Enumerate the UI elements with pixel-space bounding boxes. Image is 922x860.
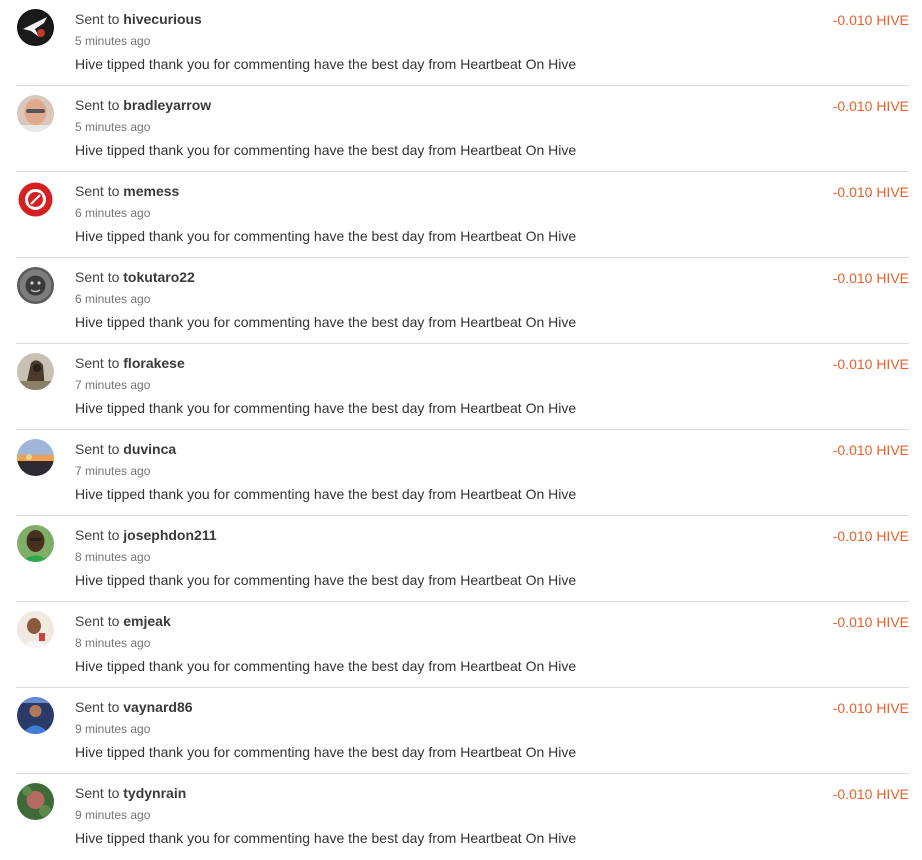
transfer-memo: Hive tipped thank you for commenting hav…: [75, 56, 577, 72]
memess-avatar-icon[interactable]: [17, 181, 54, 218]
recipient-link[interactable]: josephdon211: [123, 527, 216, 543]
transfer-amount: -0.010 HIVE: [832, 98, 909, 114]
bradleyarrow-avatar-icon[interactable]: [17, 95, 54, 132]
transfer-amount: -0.010 HIVE: [832, 528, 909, 544]
transfer-details: Sent to josephdon211 8 minutes ago Hive …: [75, 526, 789, 589]
recipient-link[interactable]: florakese: [123, 355, 184, 371]
transfer-memo: Hive tipped thank you for commenting hav…: [75, 228, 577, 244]
transfer-memo: Hive tipped thank you for commenting hav…: [75, 486, 577, 502]
transfer-heading: Sent to duvinca: [75, 440, 789, 458]
sent-to-label: Sent to: [75, 613, 120, 629]
transfer-time[interactable]: 5 minutes ago: [75, 33, 789, 49]
emjeak-avatar-icon[interactable]: [17, 611, 54, 648]
transfer-time[interactable]: 9 minutes ago: [75, 721, 789, 737]
recipient-link[interactable]: memess: [123, 183, 179, 199]
transfer-heading: Sent to tokutaro22: [75, 268, 789, 286]
transfer-heading: Sent to emjeak: [75, 612, 789, 630]
transfer-heading: Sent to memess: [75, 182, 789, 200]
transfer-memo: Hive tipped thank you for commenting hav…: [75, 400, 577, 416]
sent-to-label: Sent to: [75, 183, 120, 199]
sent-to-label: Sent to: [75, 441, 120, 457]
transfer-memo: Hive tipped thank you for commenting hav…: [75, 744, 577, 760]
transfer-row: Sent to memess 6 minutes ago Hive tipped…: [16, 172, 909, 258]
sent-to-label: Sent to: [75, 97, 120, 113]
tokutaro22-avatar-icon[interactable]: [17, 267, 54, 304]
transfer-details: Sent to hivecurious 5 minutes ago Hive t…: [75, 10, 789, 73]
josephdon211-avatar-icon[interactable]: [17, 525, 54, 562]
transfer-heading: Sent to josephdon211: [75, 526, 789, 544]
transfer-details: Sent to tokutaro22 6 minutes ago Hive ti…: [75, 268, 789, 331]
transfer-details: Sent to tydynrain 9 minutes ago Hive tip…: [75, 784, 789, 847]
transfer-memo: Hive tipped thank you for commenting hav…: [75, 572, 577, 588]
transfer-heading: Sent to florakese: [75, 354, 789, 372]
transfer-details: Sent to duvinca 7 minutes ago Hive tippe…: [75, 440, 789, 503]
transfer-heading: Sent to tydynrain: [75, 784, 789, 802]
transfer-amount: -0.010 HIVE: [832, 356, 909, 372]
transfer-amount: -0.010 HIVE: [832, 270, 909, 286]
transfer-time[interactable]: 7 minutes ago: [75, 463, 789, 479]
transfer-row: Sent to tokutaro22 6 minutes ago Hive ti…: [16, 258, 909, 344]
transfer-time[interactable]: 9 minutes ago: [75, 807, 789, 823]
sent-to-label: Sent to: [75, 269, 120, 285]
vaynard86-avatar-icon[interactable]: [17, 697, 54, 734]
transfer-list: Sent to hivecurious 5 minutes ago Hive t…: [0, 0, 922, 860]
transfer-row: Sent to bradleyarrow 5 minutes ago Hive …: [16, 86, 909, 172]
sent-to-label: Sent to: [75, 527, 120, 543]
transfer-time[interactable]: 6 minutes ago: [75, 291, 789, 307]
recipient-link[interactable]: vaynard86: [123, 699, 192, 715]
transfer-amount: -0.010 HIVE: [832, 614, 909, 630]
transfer-amount: -0.010 HIVE: [832, 184, 909, 200]
tydynrain-avatar-icon[interactable]: [17, 783, 54, 820]
hivecurious-avatar-icon[interactable]: [17, 9, 54, 46]
transfer-details: Sent to bradleyarrow 5 minutes ago Hive …: [75, 96, 789, 159]
sent-to-label: Sent to: [75, 355, 120, 371]
transfer-heading: Sent to hivecurious: [75, 10, 789, 28]
sent-to-label: Sent to: [75, 699, 120, 715]
transfer-row: Sent to duvinca 7 minutes ago Hive tippe…: [16, 430, 909, 516]
transfer-details: Sent to emjeak 8 minutes ago Hive tipped…: [75, 612, 789, 675]
recipient-link[interactable]: hivecurious: [123, 11, 202, 27]
transfer-details: Sent to florakese 7 minutes ago Hive tip…: [75, 354, 789, 417]
transfer-amount: -0.010 HIVE: [832, 12, 909, 28]
recipient-link[interactable]: emjeak: [123, 613, 170, 629]
transfer-time[interactable]: 6 minutes ago: [75, 205, 789, 221]
recipient-link[interactable]: tydynrain: [123, 785, 186, 801]
transfer-row: Sent to florakese 7 minutes ago Hive tip…: [16, 344, 909, 430]
transfer-memo: Hive tipped thank you for commenting hav…: [75, 142, 577, 158]
sent-to-label: Sent to: [75, 785, 120, 801]
transfer-row: Sent to hivecurious 5 minutes ago Hive t…: [16, 0, 909, 86]
transfer-memo: Hive tipped thank you for commenting hav…: [75, 658, 577, 674]
transfer-amount: -0.010 HIVE: [832, 786, 909, 802]
transfer-details: Sent to vaynard86 9 minutes ago Hive tip…: [75, 698, 789, 761]
florakese-avatar-icon[interactable]: [17, 353, 54, 390]
transfer-time[interactable]: 8 minutes ago: [75, 549, 789, 565]
transfer-time[interactable]: 7 minutes ago: [75, 377, 789, 393]
transfer-heading: Sent to vaynard86: [75, 698, 789, 716]
transfer-memo: Hive tipped thank you for commenting hav…: [75, 314, 577, 330]
transfer-row: Sent to emjeak 8 minutes ago Hive tipped…: [16, 602, 909, 688]
transfer-row: Sent to josephdon211 8 minutes ago Hive …: [16, 516, 909, 602]
transfer-amount: -0.010 HIVE: [832, 442, 909, 458]
transfer-amount: -0.010 HIVE: [832, 700, 909, 716]
transfer-heading: Sent to bradleyarrow: [75, 96, 789, 114]
duvinca-avatar-icon[interactable]: [17, 439, 54, 476]
recipient-link[interactable]: duvinca: [123, 441, 176, 457]
transfer-row: Sent to tydynrain 9 minutes ago Hive tip…: [16, 774, 909, 860]
transfer-memo: Hive tipped thank you for commenting hav…: [75, 830, 577, 846]
recipient-link[interactable]: bradleyarrow: [123, 97, 211, 113]
recipient-link[interactable]: tokutaro22: [123, 269, 195, 285]
transfer-details: Sent to memess 6 minutes ago Hive tipped…: [75, 182, 789, 245]
sent-to-label: Sent to: [75, 11, 120, 27]
transfer-time[interactable]: 5 minutes ago: [75, 119, 789, 135]
transfer-row: Sent to vaynard86 9 minutes ago Hive tip…: [16, 688, 909, 774]
transfer-time[interactable]: 8 minutes ago: [75, 635, 789, 651]
